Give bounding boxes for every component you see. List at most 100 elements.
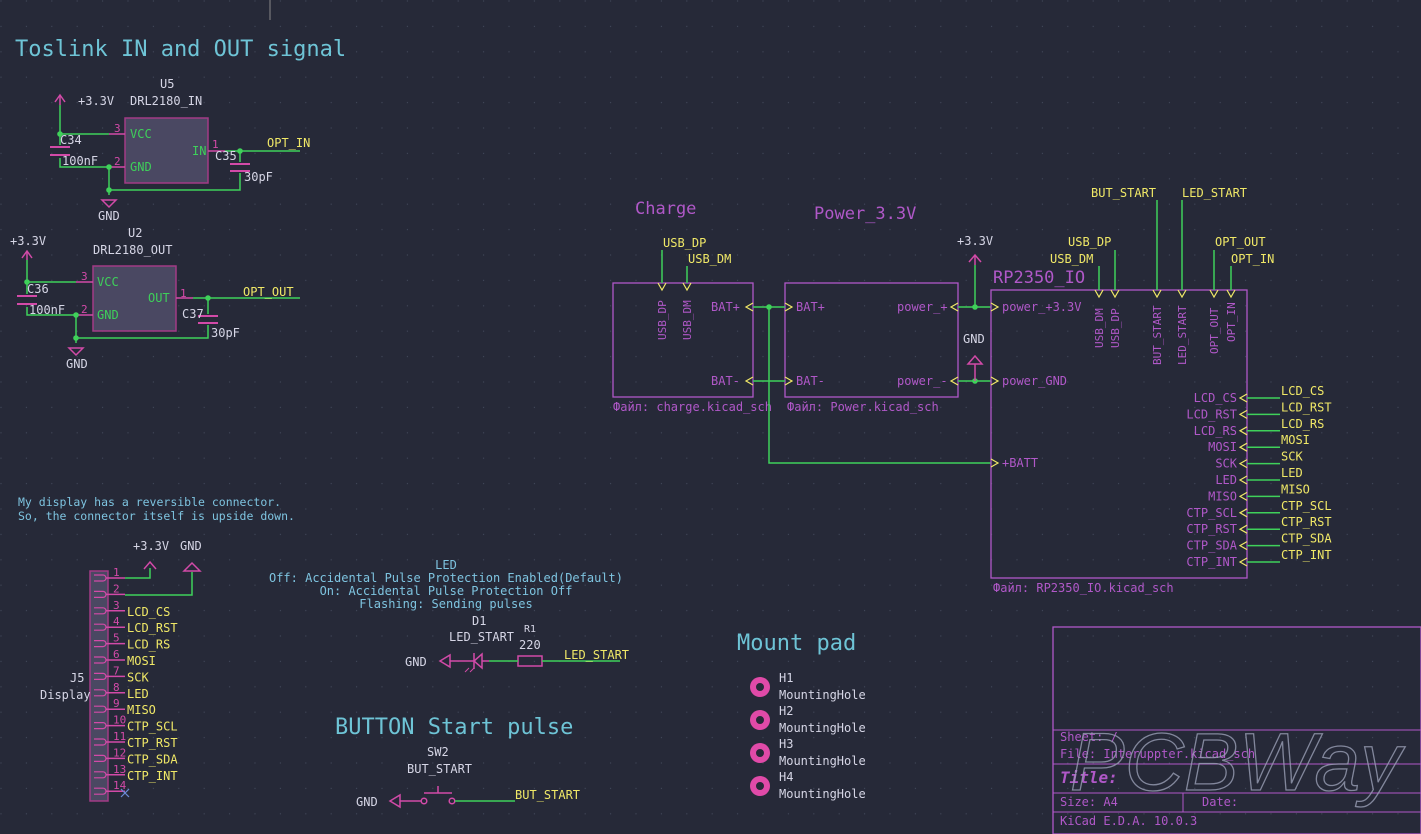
u2-pin-vcc: VCC <box>97 275 119 289</box>
io-pin-led-start: LED_START <box>1176 305 1189 365</box>
j5-pin-label: LCD_CS <box>127 605 170 619</box>
c37-value: 30pF <box>211 326 240 340</box>
io-right-pin-name: LCD_CS <box>1194 391 1237 405</box>
io-right-net-label: MOSI <box>1281 433 1310 447</box>
j5-vcc-label: +3.3V <box>133 539 169 553</box>
mounting-hole-drill <box>756 716 764 724</box>
j5-value: Display <box>40 688 91 702</box>
c36-value: 100nF <box>29 303 65 317</box>
u2-pin-gnd: GND <box>97 308 119 322</box>
d1-ref: D1 <box>472 614 486 628</box>
j5-pin-number: 6 <box>113 648 120 661</box>
charge-usb-dm-label: USB_DM <box>688 252 731 266</box>
j5-pin-number: 13 <box>113 763 126 776</box>
mounting-hole-drill <box>756 749 764 757</box>
j5-pin-label: SCK <box>127 670 149 684</box>
opt-out-label: OPT_OUT <box>243 285 294 299</box>
io-right-pin-name: LED <box>1215 473 1237 487</box>
j5-pin-number: 10 <box>113 714 126 727</box>
mounting-hole-ref: H2 <box>779 704 793 718</box>
mounting-hole-ref: H3 <box>779 737 793 751</box>
io-right-pin-name: MOSI <box>1208 440 1237 454</box>
j5-pin-label: CTP_SCL <box>127 720 178 734</box>
j5-pin-label: LCD_RS <box>127 638 170 652</box>
sw2-gnd-label: GND <box>356 795 378 809</box>
u5-gnd-label: GND <box>98 209 120 223</box>
led-note-3: On: Accidental Pulse Protection Off <box>320 584 573 598</box>
u5-value: DRL2180_IN <box>130 94 202 108</box>
led-gnd-label: GND <box>405 655 427 669</box>
io-usb-dm-label: USB_DM <box>1050 252 1093 266</box>
j5-gnd-label: GND <box>180 539 202 553</box>
led-note-2: Off: Accidental Pulse Protection Enabled… <box>269 571 623 585</box>
mounting-hole-drill <box>756 782 764 790</box>
io-right-net-label: SCK <box>1281 450 1303 464</box>
io-opt-in-label: OPT_IN <box>1231 252 1274 266</box>
power-pin-pm: power_- <box>897 374 948 388</box>
sw2-value: BUT_START <box>407 762 472 776</box>
u5-pin-in: IN <box>192 144 206 158</box>
io-pin-opt-in: OPT_IN <box>1225 302 1238 342</box>
j5-pin-number: 12 <box>113 746 126 759</box>
io-pin-usb-dp: USB_DP <box>1109 308 1122 348</box>
io-right-pin-name: CTP_SCL <box>1186 506 1237 520</box>
mounting-hole-ref: H1 <box>779 671 793 685</box>
u5-pin-gnd: GND <box>130 160 152 174</box>
display-note-line2: So, the connector itself is upside down. <box>18 509 295 523</box>
io-right-net-label: CTP_INT <box>1281 548 1332 562</box>
power-file: Файл: Power.kicad_sch <box>787 400 939 414</box>
j5-pin-number: 8 <box>113 681 120 694</box>
io-vcc-label: +3.3V <box>957 234 993 248</box>
j5-pin-number: 7 <box>113 664 120 677</box>
u2-value: DRL2180_OUT <box>93 243 172 257</box>
io-right-pin-name: CTP_INT <box>1186 555 1237 569</box>
j5-pin-label: LED <box>127 687 149 701</box>
u2-ref: U2 <box>128 226 142 240</box>
charge-file: Файл: charge.kicad_sch <box>613 400 772 414</box>
io-pin-pgnd: power_GND <box>1002 374 1067 388</box>
j5-pin-number: 14 <box>113 779 127 792</box>
io-right-pin-name: SCK <box>1215 457 1237 471</box>
charge-pin-usb-dm: USB_DM <box>681 300 694 340</box>
io-right-pin-name: LCD_RST <box>1186 407 1237 421</box>
c35-ref: C35 <box>215 149 237 163</box>
tb-tool: KiCad E.D.A. 10.0.3 <box>1060 814 1197 828</box>
display-note-line1: My display has a reversible connector. <box>18 495 281 509</box>
u5-vcc-label: +3.3V <box>78 94 114 108</box>
io-pin-batt: +BATT <box>1002 456 1038 470</box>
charge-pin-bat-p: BAT+ <box>711 300 740 314</box>
u5-pin3-num: 3 <box>114 122 121 135</box>
j5-pin-label: LCD_RST <box>127 621 178 635</box>
sw2-ref: SW2 <box>427 745 449 759</box>
io-right-net-label: CTP_SDA <box>1281 532 1332 546</box>
d1-value: LED_START <box>449 630 514 644</box>
io-opt-out-label: OPT_OUT <box>1215 235 1266 249</box>
mounting-hole-value: MountingHole <box>779 754 866 768</box>
charge-pin-usb-dp: USB_DP <box>656 300 669 340</box>
opt-in-label: OPT_IN <box>267 136 310 150</box>
c34-value: 100nF <box>62 154 98 168</box>
button-title: BUTTON Start pulse <box>335 715 573 740</box>
charge-pin-bat-m: BAT- <box>711 374 740 388</box>
j5-pin-number: 11 <box>113 730 126 743</box>
io-pin-pp: power_+3.3V <box>1002 300 1081 314</box>
schematic-canvas: Toslink IN and OUT signal Charge Power_3… <box>0 0 1421 834</box>
mounting-hole-value: MountingHole <box>779 688 866 702</box>
j5-pin-number: 5 <box>113 632 120 645</box>
u2-pin2-num: 2 <box>81 303 88 316</box>
io-right-pin-name: MISO <box>1208 489 1237 503</box>
io-right-net-label: LCD_RS <box>1281 417 1324 431</box>
io-right-pin-name: CTP_SDA <box>1186 539 1237 553</box>
io-led-start-label: LED_START <box>1182 186 1247 200</box>
u2-pin3-num: 3 <box>81 270 88 283</box>
j5-pin-number: 2 <box>113 582 120 595</box>
power-pin-pp: power_+ <box>897 300 948 314</box>
u5-pin2-num: 2 <box>114 155 121 168</box>
mounting-hole-value: MountingHole <box>779 721 866 735</box>
j5-pin-number: 1 <box>113 566 120 579</box>
power-title: Power_3.3V <box>814 204 916 224</box>
r1-ref: R1 <box>524 624 536 635</box>
io-right-pin-name: CTP_RST <box>1186 522 1237 536</box>
j5-ref: J5 <box>70 671 84 685</box>
io-right-pin-name: LCD_RS <box>1194 424 1237 438</box>
